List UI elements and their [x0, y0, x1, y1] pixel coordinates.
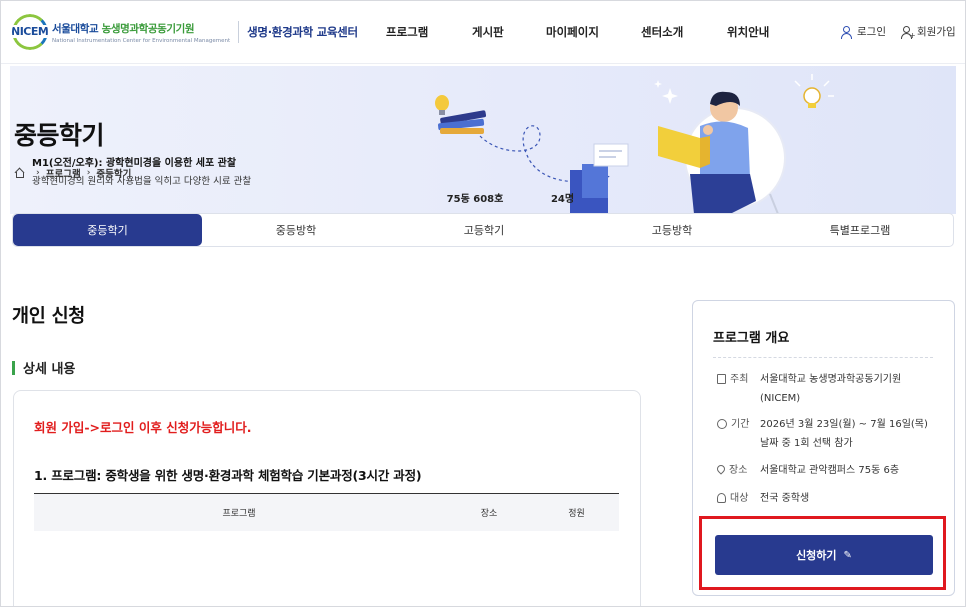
- nav-mypage[interactable]: 마이페이지: [546, 24, 599, 40]
- heading-bar: [12, 360, 15, 375]
- login-link[interactable]: 로그인: [840, 24, 886, 39]
- clock-icon: [717, 419, 727, 429]
- location-pin-icon: [715, 463, 727, 475]
- overview-divider: [713, 357, 933, 358]
- overview-place: 장소 서울대학교 관악캠퍼스 75동 6층: [715, 461, 938, 480]
- user-icon: [840, 25, 852, 39]
- program-row-title: M1(오전/오후): 광학현미경을 이용한 세포 관찰: [32, 158, 237, 169]
- tab-special-program[interactable]: 특별프로그램: [766, 214, 954, 246]
- col-program: 프로그램: [222, 509, 256, 519]
- category-tabs: 중등학기 중등방학 고등학기 고등방학 특별프로그램: [12, 213, 954, 247]
- tab-middle-semester[interactable]: 중등학기: [13, 214, 202, 246]
- detail-card: 회원 가입->로그인 이후 신청가능합니다. 1. 프로그램: 중학생을 위한 …: [13, 390, 641, 607]
- tab-middle-vacation[interactable]: 중등방학: [202, 214, 390, 246]
- section-title: 개인 신청: [12, 306, 86, 327]
- nicem-logo-mark: NICEM: [12, 14, 48, 50]
- logo-divider: [238, 21, 240, 43]
- document-icon: [717, 374, 726, 384]
- overview-period-value: 2026년 3월 23일(월) ~ 7월 16일(목) 날짜 중 1회 선택 참…: [760, 419, 928, 449]
- program-title: 1. 프로그램: 중학생을 위한 생명·환경과학 체험학습 기본과정(3시간 과…: [34, 468, 422, 483]
- overview-period: 기간 2026년 3월 23일(월) ~ 7월 16일(목) 날짜 중 1회 선…: [717, 415, 938, 453]
- org-name-1: 서울대학교: [52, 22, 99, 35]
- tab-high-semester[interactable]: 고등학기: [390, 214, 578, 246]
- program-row-desc: 광학현미경의 원리와 사용법을 익히고 다양한 시료 관찰: [32, 176, 252, 187]
- highlight-box: [699, 516, 946, 590]
- books-lightbulb-icon: [435, 95, 487, 134]
- nav-program[interactable]: 프로그램: [386, 24, 428, 40]
- detail-heading: 상세 내용: [12, 358, 75, 377]
- signup-link[interactable]: + 회원가입: [900, 24, 956, 39]
- overview-target: 대상 전국 중학생: [717, 489, 938, 508]
- org-name-2: 농생명과학공동기기원: [101, 22, 195, 35]
- lightbulb-icon: [794, 74, 834, 108]
- nav-location[interactable]: 위치안내: [727, 24, 769, 40]
- detail-heading-label: 상세 내용: [23, 362, 76, 377]
- user-plus-icon: +: [900, 25, 916, 39]
- user-icon: [717, 493, 726, 503]
- org-name-en: National Instrumentation Center for Envi…: [52, 37, 231, 44]
- login-notice: 회원 가입->로그인 이후 신청가능합니다.: [34, 420, 252, 435]
- overview-title: 프로그램 개요: [713, 331, 790, 346]
- signup-label: 회원가입: [917, 26, 956, 38]
- nav-board[interactable]: 게시판: [472, 24, 504, 40]
- col-place: 장소: [480, 509, 498, 519]
- overview-host: 주최 서울대학교 농생명과학공동기기원 (NICEM): [717, 370, 938, 408]
- logo-abbr: NICEM: [12, 25, 48, 38]
- nav-about[interactable]: 센터소개: [641, 24, 683, 40]
- login-label: 로그인: [857, 26, 886, 38]
- site-header: NICEM 서울대학교 농생명과학공동기기원 National Instrume…: [0, 0, 966, 64]
- table-header: 프로그램 장소 정원: [34, 493, 619, 531]
- overview-place-value: 서울대학교 관악캠퍼스 75동 6층: [760, 465, 900, 476]
- col-capacity: 정원: [568, 509, 585, 519]
- tab-high-vacation[interactable]: 고등방학: [578, 214, 766, 246]
- program-row-place: 75동 608호: [446, 194, 504, 205]
- program-row-capacity: 24명: [550, 194, 575, 205]
- overview-target-value: 전국 중학생: [760, 493, 810, 504]
- site-logo[interactable]: NICEM 서울대학교 농생명과학공동기기원 National Instrume…: [12, 14, 358, 50]
- center-name: 생명·환경과학 교육센터: [247, 25, 358, 39]
- overview-host-value: 서울대학교 농생명과학공동기기원 (NICEM): [760, 374, 902, 404]
